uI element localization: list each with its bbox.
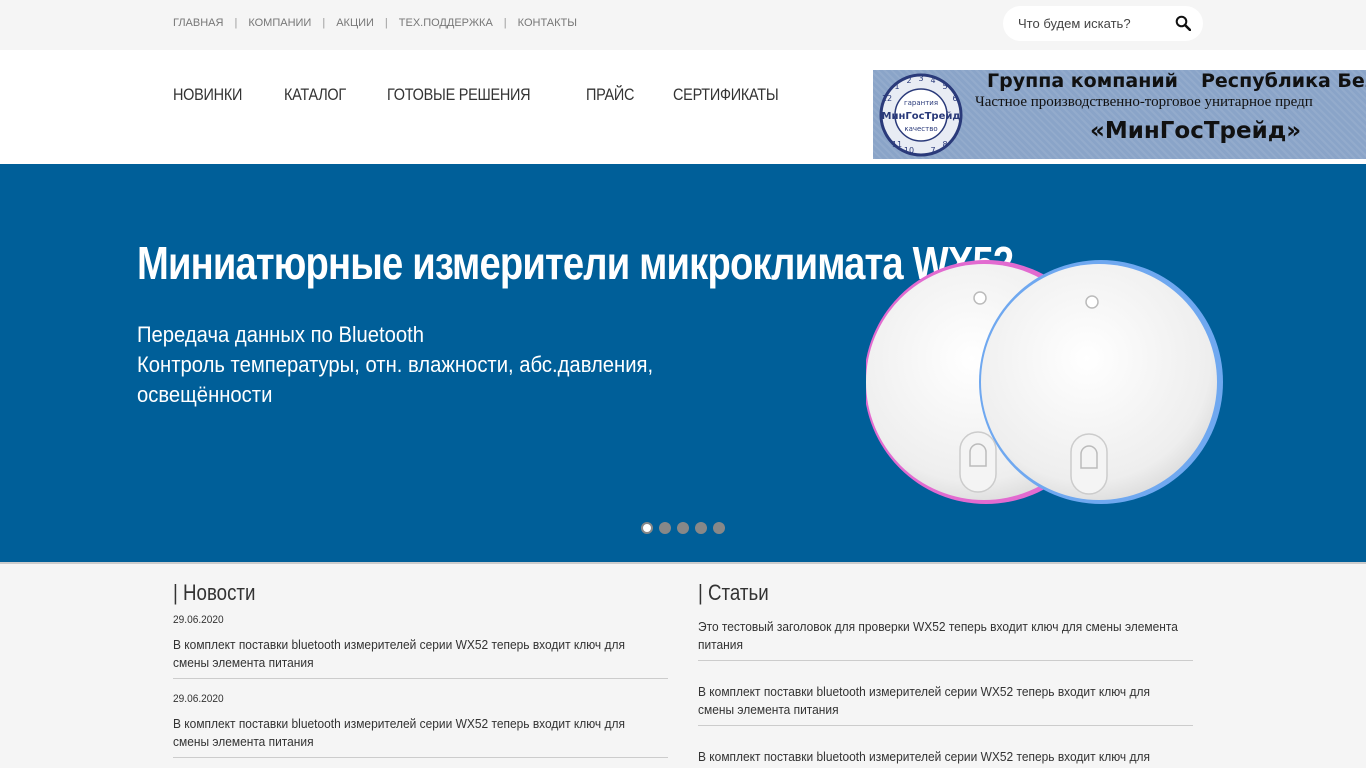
svg-text:4: 4 xyxy=(930,76,935,85)
svg-text:8: 8 xyxy=(942,140,947,149)
top-nav-separator: | xyxy=(234,17,238,29)
top-nav-separator: | xyxy=(503,17,507,29)
article-item[interactable]: В комплект поставки bluetooth измерителе… xyxy=(698,683,1193,726)
article-item[interactable]: В комплект поставки bluetooth измерителе… xyxy=(698,748,1193,768)
top-nav-promotions[interactable]: АКЦИИ xyxy=(336,17,374,29)
articles-section: | Статьи Это тестовый заголовок для пров… xyxy=(698,580,1193,768)
articles-heading: | Статьи xyxy=(698,580,769,605)
slider-dot-4[interactable] xyxy=(695,522,707,534)
top-nav-home[interactable]: ГЛАВНАЯ xyxy=(173,17,223,29)
main-nav-catalog[interactable]: КАТАЛОГ xyxy=(284,85,346,105)
top-nav-separator: | xyxy=(322,17,326,29)
search-box xyxy=(1003,6,1203,41)
hero-subtitle-line: Контроль температуры, отн. влажности, аб… xyxy=(137,352,654,377)
banner-company-type: Частное производственно-торговое унитарн… xyxy=(975,94,1313,110)
svg-text:гарантия: гарантия xyxy=(904,99,938,107)
search-input[interactable] xyxy=(1018,16,1168,31)
svg-text:7: 7 xyxy=(930,146,935,155)
svg-text:МинГосТрейд: МинГосТрейд xyxy=(882,111,961,122)
header: НОВИНКИ КАТАЛОГ ГОТОВЫЕ РЕШЕНИЯ ПРАЙС СЕ… xyxy=(0,50,1366,164)
svg-text:11: 11 xyxy=(892,140,902,149)
svg-text:3: 3 xyxy=(918,74,923,83)
hero-slider: Миниатюрные измерители микроклимата WX52… xyxy=(0,164,1366,562)
svg-text:5: 5 xyxy=(942,82,947,91)
main-nav: НОВИНКИ КАТАЛОГ ГОТОВЫЕ РЕШЕНИЯ ПРАЙС СЕ… xyxy=(173,85,797,105)
article-link[interactable]: Это тестовый заголовок для проверки WX52… xyxy=(698,618,1186,660)
main-nav-price[interactable]: ПРАЙС xyxy=(586,85,635,105)
svg-text:12: 12 xyxy=(882,94,892,103)
slider-dot-2[interactable] xyxy=(659,522,671,534)
news-link[interactable]: В комплект поставки bluetooth измерителе… xyxy=(173,715,661,757)
banner-country-label: Республика Бела xyxy=(1201,70,1366,92)
main-nav-certificates[interactable]: СЕРТИФИКАТЫ xyxy=(673,85,779,105)
news-item[interactable]: 29.06.2020 В комплект поставки bluetooth… xyxy=(173,693,668,758)
article-item[interactable]: Это тестовый заголовок для проверки WX52… xyxy=(698,618,1193,661)
svg-text:6: 6 xyxy=(952,94,957,103)
news-item[interactable]: 29.06.2020 В комплект поставки bluetooth… xyxy=(173,614,668,679)
top-nav-separator: | xyxy=(384,17,388,29)
slider-dot-3[interactable] xyxy=(677,522,689,534)
news-section: | Новости 29.06.2020 В комплект поставки… xyxy=(173,580,668,758)
top-bar: ГЛАВНАЯ | КОМПАНИИ | АКЦИИ | ТЕХ.ПОДДЕРЖ… xyxy=(0,0,1366,50)
banner-group-label: Группа компаний xyxy=(987,70,1178,92)
product-image xyxy=(866,260,1223,504)
banner-company-name: «МинГосТрейд» xyxy=(1090,118,1302,144)
hero-subtitle: Передача данных по Bluetooth Контроль те… xyxy=(137,320,653,410)
news-date: 29.06.2020 xyxy=(173,693,224,705)
quality-seal-icon: 12 3 45 612 1110 78 гарантия МинГосТрейд ка… xyxy=(879,73,963,157)
top-nav-support[interactable]: ТЕХ.ПОДДЕРЖКА xyxy=(399,17,493,29)
hero-subtitle-line: освещённости xyxy=(137,382,273,407)
company-banner[interactable]: 12345 6 12 11 10 7 8 гарантия МинГосТрейд ка… xyxy=(873,70,1366,159)
main-nav-new[interactable]: НОВИНКИ xyxy=(173,85,242,105)
top-nav: ГЛАВНАЯ | КОМПАНИИ | АКЦИИ | ТЕХ.ПОДДЕРЖ… xyxy=(173,17,577,29)
search-icon[interactable] xyxy=(1175,15,1191,31)
top-nav-companies[interactable]: КОМПАНИИ xyxy=(248,17,311,29)
slider-dot-1[interactable] xyxy=(641,522,653,534)
article-link[interactable]: В комплект поставки bluetooth измерителе… xyxy=(698,748,1186,768)
slider-dot-5[interactable] xyxy=(713,522,725,534)
news-link[interactable]: В комплект поставки bluetooth измерителе… xyxy=(173,636,661,678)
svg-text:10: 10 xyxy=(904,146,914,155)
svg-text:качество: качество xyxy=(904,125,937,133)
slider-dots xyxy=(641,522,725,534)
main-nav-solutions[interactable]: ГОТОВЫЕ РЕШЕНИЯ xyxy=(387,85,531,105)
news-date: 29.06.2020 xyxy=(173,614,224,626)
hero-subtitle-line: Передача данных по Bluetooth xyxy=(137,322,424,347)
hero-divider xyxy=(0,562,1366,564)
article-link[interactable]: В комплект поставки bluetooth измерителе… xyxy=(698,683,1186,725)
top-nav-contacts[interactable]: КОНТАКТЫ xyxy=(518,17,577,29)
svg-text:2: 2 xyxy=(906,76,911,85)
svg-text:1: 1 xyxy=(894,82,899,91)
news-heading: | Новости xyxy=(173,580,256,605)
